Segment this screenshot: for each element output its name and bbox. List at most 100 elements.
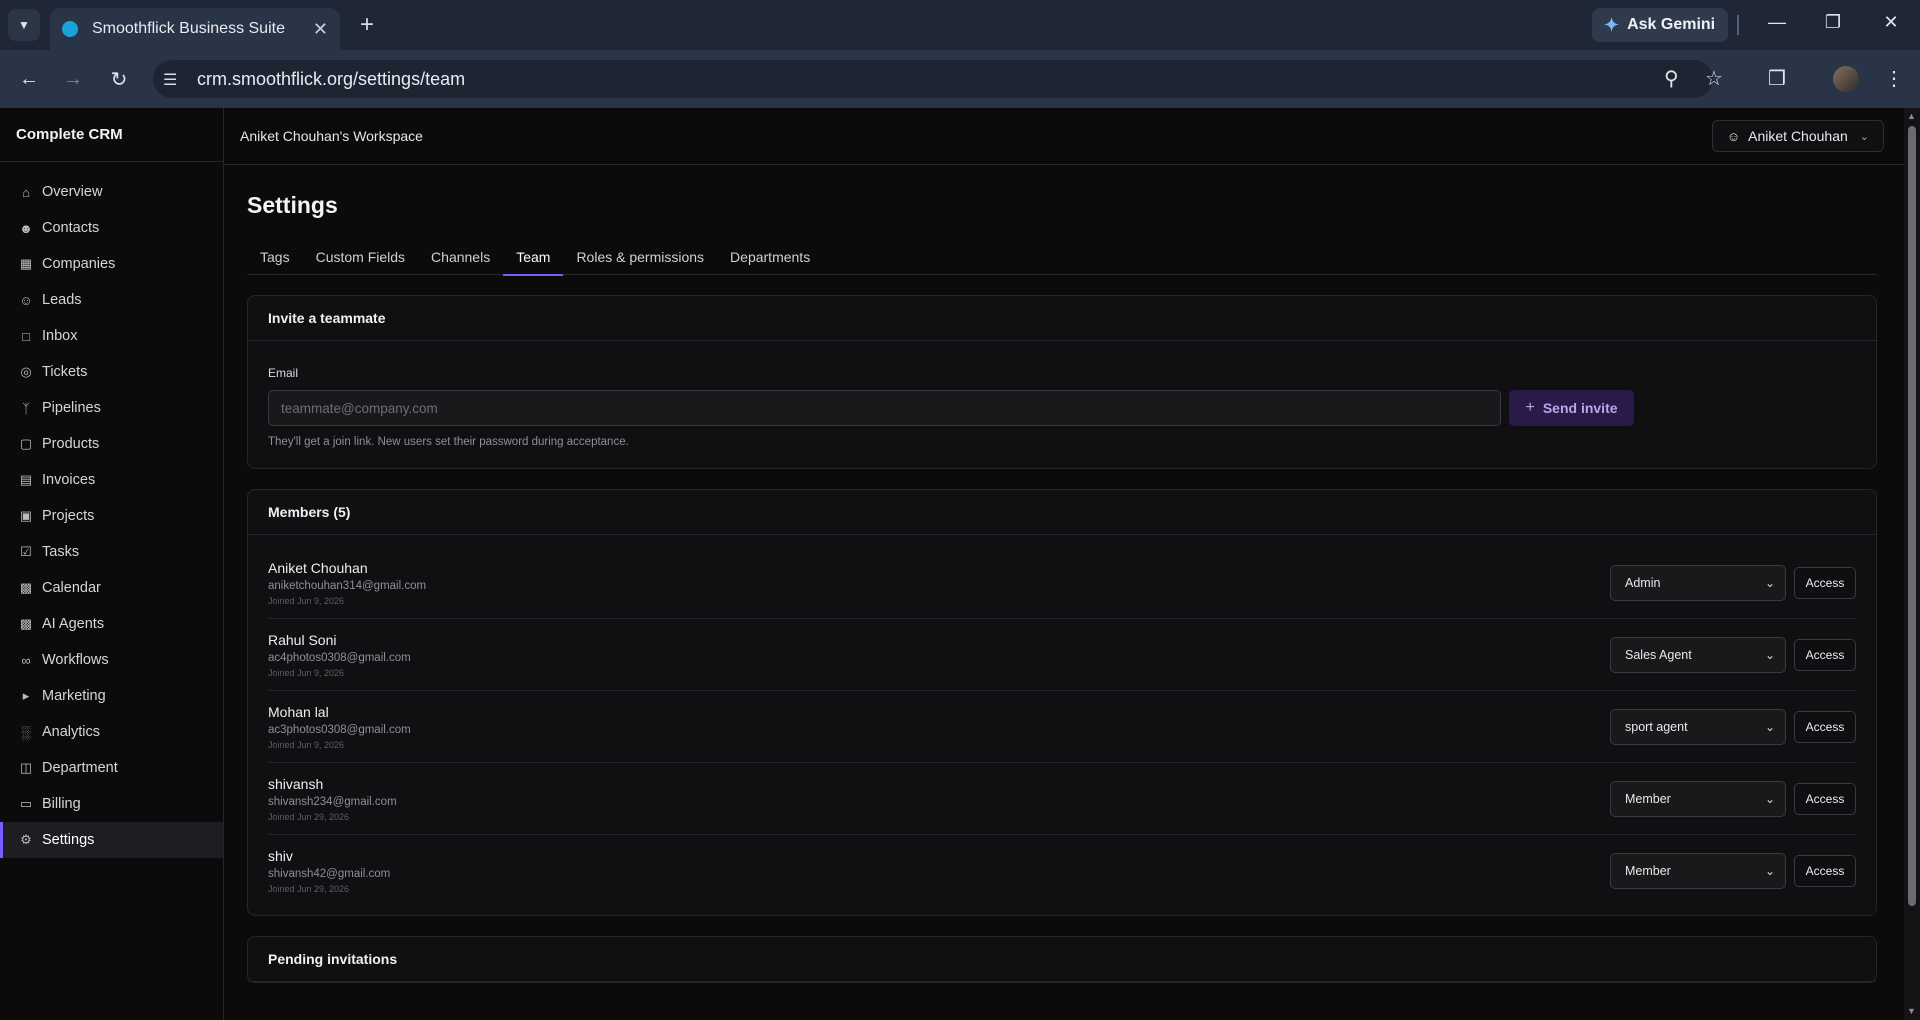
sidebar-item-pipelines[interactable]: ᛉ Pipelines [0,390,223,426]
building-icon: ▦ [19,256,33,271]
calendar-icon: ▩ [19,580,33,595]
extensions-icon[interactable]: ❒ [1768,66,1786,91]
close-tab-icon[interactable]: ✕ [313,19,328,40]
access-button[interactable]: Access [1794,638,1856,671]
sidebar-item-marketing[interactable]: ▸ Marketing [0,678,223,714]
chart-icon: ░ [21,724,31,740]
role-select[interactable]: sport agent ⌄ [1610,708,1786,745]
scrollbar-thumb[interactable] [1908,126,1916,906]
sidebar-item-label: Inbox [42,328,78,344]
member-name: Mohan lal [268,703,329,720]
user-menu-button[interactable]: ☺ Aniket Chouhan ⌄ [1711,120,1884,152]
reload-icon[interactable]: ↻ [104,64,134,94]
sidebar-item-products[interactable]: ▢ Products [0,426,223,462]
member-joined: Joined Jun 9, 2026 [268,667,345,678]
more-menu-icon[interactable]: ⋮ [1884,66,1904,91]
member-name: shivansh [268,775,324,792]
sidebar-item-calendar[interactable]: ▩ Calendar [0,570,223,606]
access-button[interactable]: Access [1794,566,1856,599]
tab-tags[interactable]: Tags [247,239,303,275]
role-select[interactable]: Member ⌄ [1610,780,1786,817]
access-button[interactable]: Access [1794,710,1856,743]
new-tab-button[interactable]: + [352,10,382,40]
members-heading: Members (5) [248,490,1876,535]
send-invite-button[interactable]: + Send invite [1509,390,1634,426]
role-value: sport agent [1625,719,1688,734]
site-info-icon[interactable]: ☰ [163,70,177,90]
sidebar-item-leads[interactable]: ☺ Leads [0,282,223,318]
sidebar-nav: ⌂ Overview ☻ Contacts ▦ Companies ☺ Leads □ I… [0,162,223,858]
branch-icon: ᛉ [22,400,30,416]
sidebar-item-workflows[interactable]: ∞ Workflows [0,642,223,678]
member-email: shivansh42@gmail.com [268,868,391,880]
tab-departments[interactable]: Departments [717,239,823,275]
sidebar-item-billing[interactable]: ▭ Billing [0,786,223,822]
scroll-up-icon[interactable]: ▲ [1907,111,1916,121]
sidebar: Complete CRM ⌂ Overview ☻ Contacts ▦ Compan… [0,108,224,1020]
role-select[interactable]: Member ⌄ [1610,853,1786,889]
chevron-down-icon: ⌄ [1859,130,1869,143]
sidebar-item-settings[interactable]: ⚙ Settings [0,822,223,858]
sidebar-item-tickets[interactable]: ◎ Tickets [0,354,223,390]
member-row: Mohan lal ac3photos0308@gmail.com Joined… [268,691,1856,763]
chevron-down-icon: ⌄ [1764,647,1775,662]
sidebar-item-analytics[interactable]: ░ Analytics [0,714,223,750]
page-scrollbar[interactable]: ▲ ▼ [1904,108,1920,1020]
restore-icon[interactable]: ❐ [1821,12,1845,33]
ask-gemini-button[interactable]: ✦ Ask Gemini [1592,8,1728,42]
tab-roles-permissions[interactable]: Roles & permissions [563,239,717,275]
member-email: aniketchouhan314@gmail.com [268,579,427,592]
zoom-icon[interactable]: ⚲ [1664,66,1679,91]
sidebar-item-contacts[interactable]: ☻ Contacts [0,210,223,246]
sidebar-item-companies[interactable]: ▦ Companies [0,246,223,282]
member-email: ac3photos0308@gmail.com [268,723,411,736]
role-select[interactable]: Sales Agent ⌄ [1610,636,1786,673]
close-window-icon[interactable]: ✕ [1879,12,1903,33]
sidebar-item-tasks[interactable]: ☑ Tasks [0,534,223,570]
sidebar-item-projects[interactable]: ▣ Projects [0,498,223,534]
tab-custom-fields[interactable]: Custom Fields [303,239,418,275]
lifebuoy-icon: ◎ [20,364,32,379]
sidebar-item-overview[interactable]: ⌂ Overview [0,174,223,210]
send-invite-label: Send invite [1542,400,1618,416]
sidebar-item-label: AI Agents [42,616,105,632]
back-icon[interactable]: ← [14,64,44,94]
user-name: Aniket Chouhan [1748,128,1848,144]
access-button[interactable]: Access [1794,855,1856,887]
minimize-icon[interactable]: — [1765,12,1789,33]
invite-card: Invite a teammate Email + Send invite The… [247,295,1877,469]
access-button[interactable]: Access [1794,782,1856,815]
favicon-icon [62,21,78,37]
sidebar-item-ai-agents[interactable]: ▩ AI Agents [0,606,223,642]
sidebar-item-label: Workflows [42,652,109,668]
member-joined: Joined Jun 29, 2026 [268,811,350,822]
sidebar-item-invoices[interactable]: ▤ Invoices [0,462,223,498]
role-value: Member [1625,864,1671,878]
sidebar-item-label: Marketing [42,688,106,704]
tab-team[interactable]: Team [503,239,564,276]
user-plus-icon: ☺ [19,292,33,308]
workflow-icon: ∞ [21,652,31,668]
forward-icon[interactable]: → [58,64,88,94]
role-value: Admin [1625,575,1661,590]
email-label: Email [268,366,299,380]
bookmark-star-icon[interactable]: ☆ [1705,66,1723,91]
tab-search-button[interactable]: ▼ [8,9,40,41]
role-select[interactable]: Admin ⌄ [1610,564,1786,601]
members-card: Members (5) Aniket Chouhan aniketchouhan… [247,489,1877,916]
profile-avatar[interactable] [1833,66,1859,92]
scroll-down-icon[interactable]: ▼ [1907,1006,1916,1016]
member-row: shivansh shivansh234@gmail.com Joined Ju… [268,763,1856,835]
sidebar-item-label: Tasks [42,544,80,560]
email-field[interactable] [268,390,1501,426]
megaphone-icon: ▸ [22,688,30,703]
tab-title: Smoothflick Business Suite [92,20,285,37]
tab-channels[interactable]: Channels [418,239,503,275]
address-bar[interactable]: crm.smoothflick.org/settings/team [153,60,1713,98]
sidebar-item-inbox[interactable]: □ Inbox [0,318,223,354]
member-email: ac4photos0308@gmail.com [268,651,411,664]
member-row: shiv shivansh42@gmail.com Joined Jun 29,… [268,835,1856,907]
chevron-down-icon: ▼ [18,18,30,32]
browser-tab[interactable]: Smoothflick Business Suite ✕ [50,8,340,50]
sidebar-item-department[interactable]: ◫ Department [0,750,223,786]
